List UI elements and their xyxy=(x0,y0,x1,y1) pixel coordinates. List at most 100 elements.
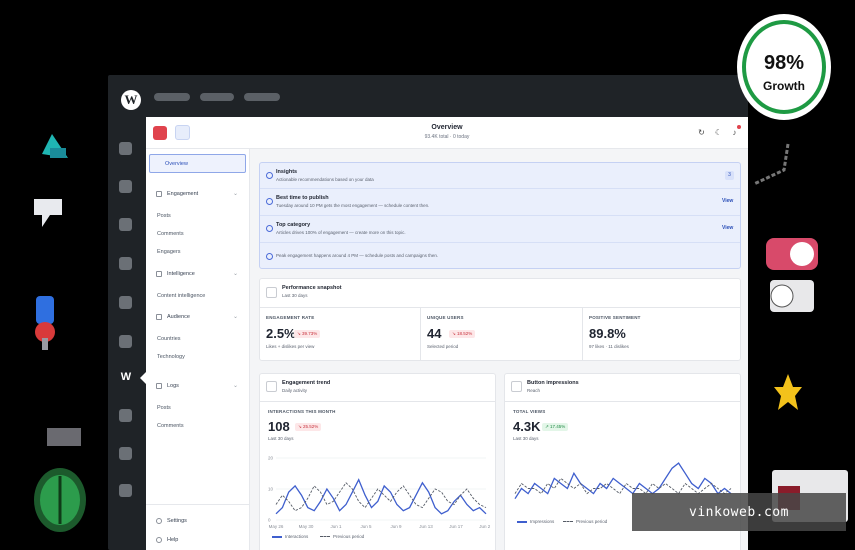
nav-label: Posts xyxy=(157,404,171,411)
metric-value: 89.8% xyxy=(589,326,626,341)
category-icon xyxy=(266,225,273,232)
wp-menu-icon[interactable] xyxy=(119,142,132,155)
wp-menu-icon[interactable] xyxy=(119,180,132,193)
arrow-sticker xyxy=(744,140,794,190)
notifications-bell-icon[interactable]: ♪ xyxy=(730,128,739,137)
metric-note: 97 likes · 11 dislikes xyxy=(589,344,629,349)
plugin-menu-icon[interactable]: W xyxy=(119,370,133,383)
wp-menu-icon[interactable] xyxy=(119,257,132,270)
nav-content-intelligence[interactable]: Content intelligence xyxy=(149,286,246,305)
legend-swatch-previous xyxy=(563,521,573,522)
growth-label: Growth xyxy=(763,79,805,93)
legend-label: Previous period xyxy=(333,534,365,539)
card-title: Engagement trend xyxy=(282,380,331,386)
white-sticker xyxy=(32,195,66,231)
x-tick-label: Jun 5 xyxy=(360,524,372,529)
main-content: Insights Actionable recommendations base… xyxy=(250,149,748,550)
metric-change-badge: ↘ 25.52% xyxy=(295,423,322,431)
nav-label: Help xyxy=(167,536,179,543)
nav-label: Content intelligence xyxy=(157,292,206,299)
growth-value: 98% xyxy=(763,52,805,74)
nav-label: Comments xyxy=(157,230,184,237)
metric-change-badge: ↘ 18.52% xyxy=(449,330,476,338)
nav-engagement[interactable]: Engagement ⌄ xyxy=(149,184,246,203)
legend-swatch-interactions xyxy=(272,536,282,538)
nav-technology[interactable]: Technology xyxy=(149,347,246,366)
view-insight-link[interactable]: View xyxy=(722,225,733,231)
refresh-icon[interactable]: ↻ xyxy=(697,128,706,137)
leaf-sticker xyxy=(30,456,90,536)
logs-icon xyxy=(156,382,162,389)
insights-subtitle: Actionable recommendations based on your… xyxy=(276,177,374,182)
metric-unique-users: UNIQUE USERS 44 ↘ 18.52% Selected period xyxy=(421,308,582,360)
star-sticker xyxy=(772,372,804,412)
snapshot-icon xyxy=(266,287,277,298)
chevron-down-icon: ⌄ xyxy=(232,271,238,277)
wp-toolbar-item[interactable] xyxy=(244,93,280,101)
metric-label: UNIQUE USERS xyxy=(427,315,464,320)
nav-label: Technology xyxy=(157,353,185,360)
wp-menu-icon[interactable] xyxy=(119,484,132,497)
nav-label: Comments xyxy=(157,422,184,429)
wp-menu-icon[interactable] xyxy=(119,296,132,309)
wp-toolbar-item[interactable] xyxy=(200,93,234,101)
metric-label: ENGAGEMENT RATE xyxy=(266,315,315,320)
info-icon xyxy=(266,253,273,260)
impressions-icon xyxy=(511,381,522,392)
info-icon xyxy=(266,172,273,179)
nav-help[interactable]: Help xyxy=(149,530,246,549)
theme-toggle-icon[interactable]: ☾ xyxy=(714,128,723,137)
nav-overview[interactable]: Overview xyxy=(149,154,246,173)
card-subtitle: Daily activity xyxy=(282,388,308,393)
nav-label: Engagers xyxy=(157,248,181,255)
wp-menu-icon[interactable] xyxy=(119,447,132,460)
nav-logs[interactable]: Logs ⌄ xyxy=(149,376,246,395)
nav-audience[interactable]: Audience ⌄ xyxy=(149,307,246,326)
wp-toolbar-item[interactable] xyxy=(154,93,190,101)
metric-label: POSITIVE SENTIMENT xyxy=(589,315,641,320)
nav-label: Settings xyxy=(167,517,187,524)
cyan-sticker xyxy=(38,130,70,160)
wordpress-logo-icon[interactable]: W xyxy=(121,90,141,110)
wp-menu-icon[interactable] xyxy=(119,218,132,231)
emoji-stickers xyxy=(766,238,818,314)
nav-logs-posts[interactable]: Posts xyxy=(149,398,246,417)
legend-swatch-previous xyxy=(320,536,330,537)
trend-icon xyxy=(266,381,277,392)
clock-icon xyxy=(266,198,273,205)
nav-countries[interactable]: Countries xyxy=(149,329,246,348)
watermark: vinkoweb.com xyxy=(632,493,846,531)
nav-engagers[interactable]: Engagers xyxy=(149,242,246,261)
snapshot-subtitle: Last 30 days xyxy=(282,293,308,298)
metric-engagement-rate: ENGAGEMENT RATE 2.5% ↘ 39.73% Likes + di… xyxy=(260,308,420,360)
insight-text: Tuesday around 10 PM gets the most engag… xyxy=(276,203,430,208)
nav-label: Engagement xyxy=(167,190,199,197)
nav-settings[interactable]: Settings xyxy=(149,511,246,530)
metric-note: Selected period xyxy=(427,344,459,349)
legend-label: Impressions xyxy=(530,519,555,524)
nav-comments[interactable]: Comments xyxy=(149,224,246,243)
metric-label: TOTAL VIEWS xyxy=(513,409,546,414)
insight-row[interactable]: Top category Articles drives 100% of eng… xyxy=(260,215,740,241)
divider xyxy=(505,401,740,402)
engagement-trend-card: Engagement trend Daily activity INTERACT… xyxy=(259,373,496,550)
nav-posts[interactable]: Posts xyxy=(149,206,246,225)
chevron-down-icon: ⌄ xyxy=(232,383,238,389)
nav-label: Posts xyxy=(157,212,171,219)
nav-intelligence[interactable]: Intelligence ⌄ xyxy=(149,264,246,283)
metric-period: Last 30 days xyxy=(268,436,294,441)
series-line-current xyxy=(275,478,487,515)
insight-text: Articles drives 100% of engagement — cre… xyxy=(276,230,406,235)
wp-menu-icon[interactable] xyxy=(119,335,132,348)
gray-sticker xyxy=(47,428,81,446)
nav-logs-comments[interactable]: Comments xyxy=(149,416,246,435)
insight-row[interactable]: Best time to publish Tuesday around 10 P… xyxy=(260,188,740,214)
x-tick-label: Jun 1 xyxy=(330,524,342,529)
x-tick-label: Jun 9 xyxy=(390,524,402,529)
y-tick-label: 20 xyxy=(268,456,274,461)
view-insight-link[interactable]: View xyxy=(722,198,733,204)
chevron-down-icon: ⌄ xyxy=(232,191,238,197)
wp-menu-icon[interactable] xyxy=(119,409,132,422)
page-title: Overview xyxy=(431,124,463,131)
engagement-icon xyxy=(156,190,162,197)
